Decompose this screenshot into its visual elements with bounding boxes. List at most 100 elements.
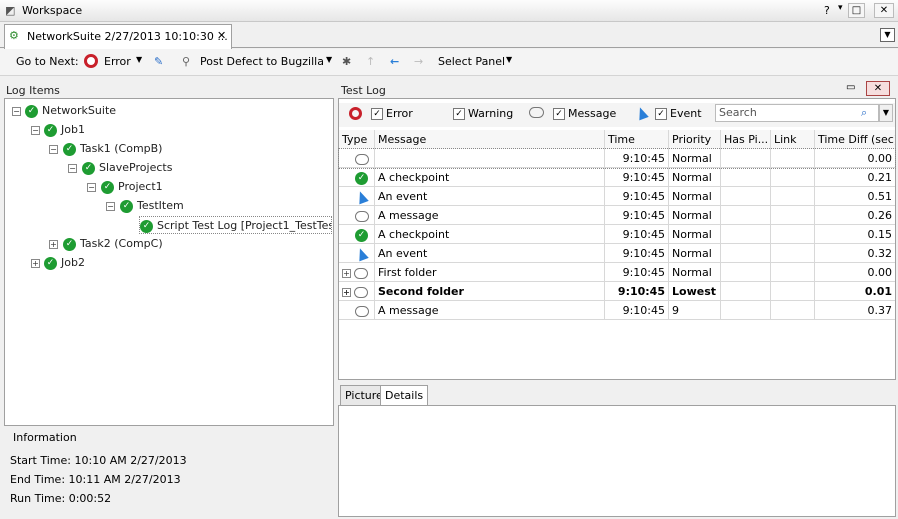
time-cell: 9:10:45: [605, 225, 669, 244]
time-cell: 9:10:45: [605, 149, 669, 168]
link-cell: [771, 225, 815, 244]
link-cell: [771, 168, 815, 187]
expand-folder-icon[interactable]: +: [342, 269, 351, 278]
tab-list-button[interactable]: ▼: [880, 28, 895, 42]
forward-arrow-icon[interactable]: →: [414, 55, 423, 68]
edit-icon[interactable]: ✎: [154, 55, 163, 68]
suite-icon: ⚙: [9, 29, 19, 42]
table-row[interactable]: ✓ A checkpoint 9:10:45 Normal 0.15: [339, 225, 895, 244]
tree-node-task1[interactable]: ✓ Task1 (CompB): [63, 140, 162, 158]
expand-folder-icon[interactable]: +: [342, 288, 351, 297]
priority-cell: Normal: [669, 206, 721, 225]
dropdown-icon[interactable]: ▾: [838, 3, 843, 13]
type-cell: ✓: [339, 225, 375, 244]
close-panel-button[interactable]: ✕: [866, 81, 890, 96]
tree-node-script-test-log[interactable]: ✓ Script Test Log [Project1_TestTest]: [139, 216, 332, 234]
tree-node-project1[interactable]: ✓ Project1: [101, 178, 163, 196]
table-row[interactable]: An event 9:10:45 Normal 0.32: [339, 244, 895, 263]
table-row[interactable]: ✓ A checkpoint 9:10:45 Normal 0.21: [339, 168, 895, 187]
table-row[interactable]: 9:10:45 Normal 0.00: [338, 148, 896, 169]
event-filter-checkbox[interactable]: ✓ Event: [655, 107, 702, 120]
type-cell: [339, 187, 375, 206]
expand-toggle[interactable]: +: [49, 240, 58, 249]
collapse-toggle[interactable]: −: [49, 145, 58, 154]
up-arrow-icon[interactable]: ↑: [366, 55, 375, 68]
column-link[interactable]: Link: [771, 130, 815, 149]
gear-icon[interactable]: ✱: [342, 55, 351, 68]
column-priority[interactable]: Priority: [669, 130, 721, 149]
close-button[interactable]: ✕: [874, 3, 894, 18]
message-cell: Second folder: [375, 282, 605, 301]
collapse-toggle[interactable]: −: [31, 126, 40, 135]
collapse-toggle[interactable]: −: [12, 107, 21, 116]
priority-cell: Normal: [669, 149, 721, 168]
time-diff-cell: 0.01: [864, 285, 892, 298]
link-cell: [771, 206, 815, 225]
post-defect-dropdown-icon[interactable]: ▼: [326, 55, 332, 64]
collapse-toggle[interactable]: −: [68, 164, 77, 173]
tree-node-networksuite[interactable]: ✓ NetworkSuite: [25, 102, 116, 120]
tree-node-job1[interactable]: ✓ Job1: [44, 121, 85, 139]
tree-node-job2[interactable]: ✓ Job2: [44, 254, 85, 272]
select-panel-dropdown-icon[interactable]: ▼: [506, 55, 512, 64]
log-items-panel: − ✓ NetworkSuite − ✓ Job1 − ✓ Task1 (CompB)…: [4, 98, 334, 426]
table-row[interactable]: An event 9:10:45 Normal 0.51: [339, 187, 895, 206]
tree-node-slaveprojects[interactable]: ✓ SlaveProjects: [82, 159, 172, 177]
warning-filter-checkbox[interactable]: ✓ Warning: [453, 107, 513, 120]
event-filter-label: Event: [670, 107, 702, 120]
link-cell: [771, 301, 815, 320]
search-icon[interactable]: ⌕: [861, 106, 867, 120]
restore-panel-icon[interactable]: ▭: [846, 82, 855, 93]
search-options-dropdown[interactable]: ▼: [879, 104, 893, 122]
time-diff-cell: 0.32: [867, 247, 893, 260]
priority-cell: Lowest: [669, 282, 721, 301]
link-cell: [771, 149, 815, 168]
message-filter-checkbox[interactable]: ✓ Message: [553, 107, 616, 120]
table-row[interactable]: + Second folder 9:10:45 Lowest 0.01: [339, 282, 895, 301]
time-cell: 9:10:45: [605, 244, 669, 263]
tree-node-label: TestItem: [137, 199, 184, 212]
document-tab[interactable]: ⚙ NetworkSuite 2/27/2013 10:10:30 ... ✕: [4, 24, 232, 49]
select-panel-button[interactable]: Select Panel: [438, 55, 505, 68]
tab-details[interactable]: Details: [380, 385, 429, 405]
error-dropdown-icon[interactable]: ▼: [136, 55, 142, 64]
message-icon: [355, 153, 369, 165]
go-to-next-label: Go to Next:: [16, 55, 79, 68]
back-arrow-icon[interactable]: ←: [390, 55, 399, 68]
help-icon[interactable]: ?: [824, 4, 830, 17]
link-cell: [771, 263, 815, 282]
message-icon: [529, 107, 544, 118]
type-cell: ✓: [339, 168, 375, 187]
go-to-error-button[interactable]: Error: [104, 55, 131, 68]
type-cell: [339, 206, 375, 225]
column-type[interactable]: Type: [339, 130, 375, 149]
table-row[interactable]: A message 9:10:45 Normal 0.26: [339, 206, 895, 225]
error-filter-checkbox[interactable]: ✓ Error: [371, 107, 413, 120]
column-time[interactable]: Time: [605, 130, 669, 149]
error-filter-label: Error: [386, 107, 413, 120]
has-picture-cell: [721, 168, 771, 187]
restore-button[interactable]: □: [848, 3, 865, 18]
search-input[interactable]: Search: [715, 104, 879, 122]
close-tab-icon[interactable]: ✕: [217, 29, 226, 42]
link-cell: [771, 187, 815, 206]
collapse-toggle[interactable]: −: [87, 183, 96, 192]
column-time-diff[interactable]: Time Diff (sec): [815, 130, 895, 149]
message-cell: A checkpoint: [375, 168, 605, 187]
table-row[interactable]: + First folder 9:10:45 Normal 0.00: [339, 263, 895, 282]
information-panel: Information Start Time: 10:10 AM 2/27/20…: [4, 429, 334, 517]
document-tab-row: ⚙ NetworkSuite 2/27/2013 10:10:30 ... ✕ …: [0, 22, 898, 49]
table-row[interactable]: A message 9:10:45 9 0.37: [339, 301, 895, 320]
success-icon: ✓: [63, 142, 76, 156]
column-has-picture[interactable]: Has Pi...: [721, 130, 771, 149]
has-picture-cell: [721, 301, 771, 320]
details-content: [338, 405, 896, 517]
tree-node-task2[interactable]: ✓ Task2 (CompC): [63, 235, 163, 253]
priority-cell: Normal: [669, 187, 721, 206]
tree-node-testitem[interactable]: ✓ TestItem: [120, 197, 184, 215]
column-message[interactable]: Message: [375, 130, 605, 149]
message-icon: [355, 305, 369, 317]
post-defect-button[interactable]: Post Defect to Bugzilla: [200, 55, 324, 68]
expand-toggle[interactable]: +: [31, 259, 40, 268]
collapse-toggle[interactable]: −: [106, 202, 115, 211]
